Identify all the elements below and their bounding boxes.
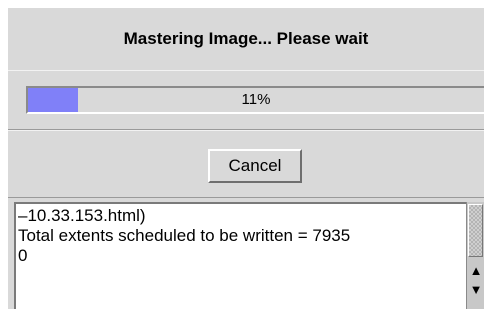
dialog-title: Mastering Image... Please wait <box>123 29 369 48</box>
progress-percent-label: 11% <box>241 91 271 108</box>
log-scrollbar[interactable]: ▲ ▼ <box>466 202 484 309</box>
log-line: Total extents scheduled to be written = … <box>18 226 351 245</box>
scroll-down-arrow-icon[interactable]: ▼ <box>468 281 484 299</box>
log-output[interactable]: –10.33.153.html) Total extents scheduled… <box>14 202 466 309</box>
cancel-button[interactable]: Cancel <box>208 149 302 183</box>
scroll-thumb[interactable] <box>468 204 483 257</box>
progress-bar: 11% <box>26 86 484 114</box>
log-line: –10.33.153.html) <box>18 206 146 225</box>
log-section: –10.33.153.html) Total extents scheduled… <box>8 198 484 309</box>
progress-section: 11% <box>8 70 484 130</box>
log-line: 0 <box>18 246 28 265</box>
mastering-dialog: Mastering Image... Please wait 11% Cance… <box>8 8 484 309</box>
button-section: Cancel <box>8 130 484 198</box>
scroll-up-arrow-icon[interactable]: ▲ <box>468 262 484 280</box>
